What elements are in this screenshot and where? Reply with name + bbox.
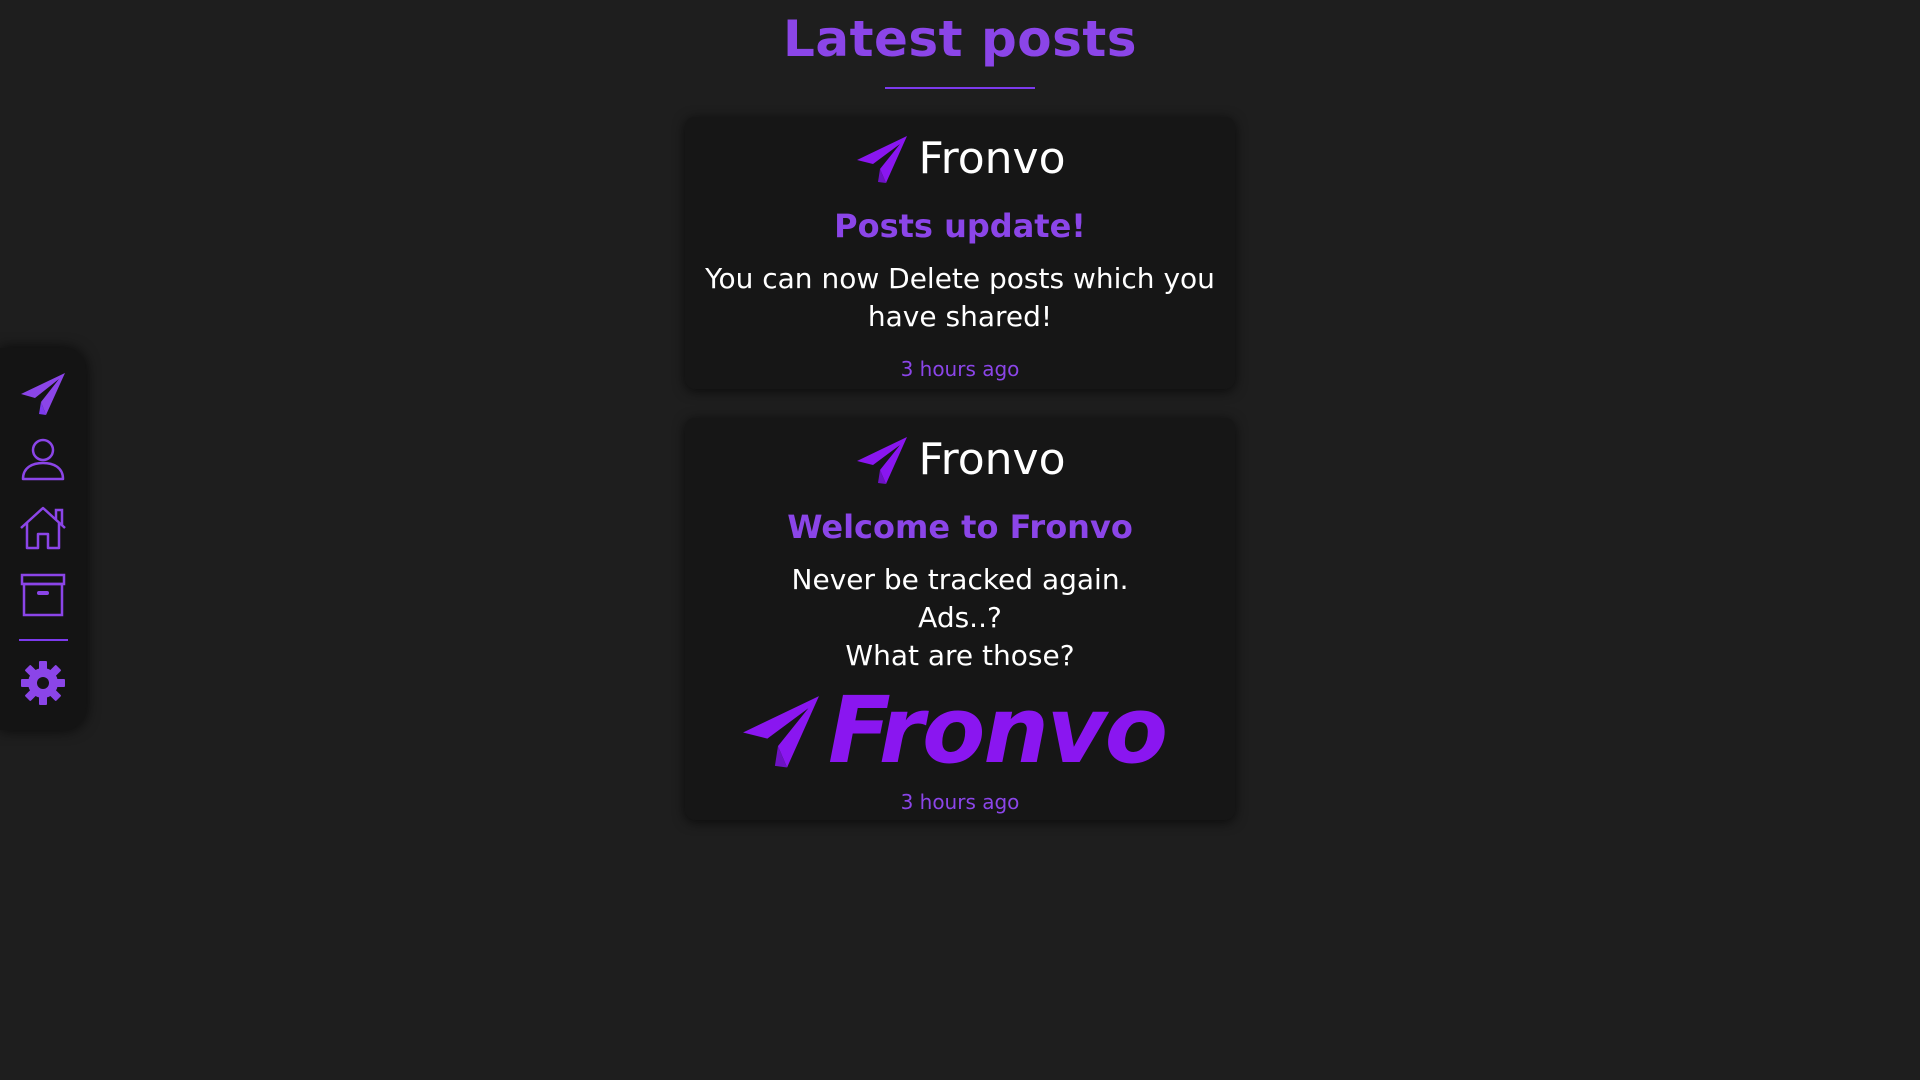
post-body-line: You can now Delete posts which you (705, 262, 1215, 295)
paper-plane-icon (856, 136, 907, 183)
sidebar-divider (19, 639, 68, 641)
post-author: Fronvo (685, 131, 1235, 187)
archive-box-icon (20, 573, 66, 617)
post-title: Posts update! (834, 207, 1086, 245)
paper-plane-icon (856, 437, 907, 484)
post-author-name: Fronvo (918, 434, 1066, 485)
post-body-line: Never be tracked again. (791, 563, 1129, 596)
house-icon (20, 506, 66, 550)
post-body: Never be tracked again. Ads..? What are … (705, 561, 1215, 675)
post-card[interactable]: Fronvo Welcome to Fronvo Never be tracke… (685, 418, 1235, 820)
post-body: You can now Delete posts which you have … (705, 260, 1215, 336)
title-underline (885, 87, 1035, 89)
sidebar-item-home[interactable] (18, 503, 68, 553)
user-icon (21, 438, 65, 481)
post-timestamp: 3 hours ago (900, 790, 1020, 814)
sidebar-item-settings[interactable] (18, 658, 68, 708)
post-author-name: Fronvo (918, 133, 1066, 184)
page-title: Latest posts (782, 10, 1138, 68)
sidebar-item-profile[interactable] (18, 435, 68, 485)
post-image-fronvo-logo: Fronvo (740, 677, 1185, 784)
sidebar-logo-button[interactable] (18, 368, 68, 418)
post-body-line: have shared! (867, 300, 1053, 333)
post-timestamp: 3 hours ago (900, 357, 1020, 381)
logo-wordmark: Fronvo (828, 677, 1168, 784)
post-title: Welcome to Fronvo (787, 508, 1133, 546)
paper-plane-icon (21, 373, 65, 415)
paper-plane-icon (743, 696, 819, 768)
post-body-line: What are those? (845, 639, 1075, 672)
gear-icon (21, 661, 65, 705)
post-card[interactable]: Fronvo Posts update! You can now Delete … (685, 117, 1235, 389)
sidebar (0, 348, 86, 730)
post-body-line: Ads..? (918, 601, 1002, 634)
post-author: Fronvo (685, 432, 1235, 488)
sidebar-item-archive[interactable] (18, 570, 68, 620)
